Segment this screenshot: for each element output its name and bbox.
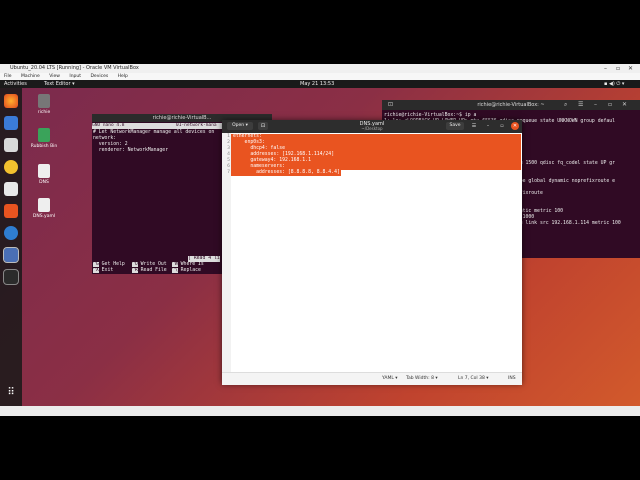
system-tray[interactable]: ▪ ◀) ⏻ ▾ (604, 80, 624, 88)
shortcut-key: ^O (132, 262, 138, 267)
desktop-icon-label: Rubbish Bin (30, 144, 58, 149)
nano-line: renderer: NetworkManager (93, 148, 169, 153)
vbox-minimize-icon[interactable]: – (604, 64, 607, 73)
cursor-position[interactable]: Ln 7, Col 38 ▾ (458, 373, 489, 385)
save-button[interactable]: Save (446, 122, 464, 130)
nano-shortcut-read-file[interactable]: ^R Read File (132, 268, 167, 274)
app-menu[interactable]: Text Editor ▾ (44, 80, 75, 88)
headerbar: Open ▾ ⊡ DNS.yaml ~/Desktop Save ☰ – ▫ ✕ (222, 120, 522, 133)
yaml-file-icon (38, 198, 50, 212)
desktop-icon-label: richie (37, 110, 51, 115)
close-icon[interactable]: ✕ (511, 122, 519, 130)
vbox-menu-machine[interactable]: Machine (21, 74, 40, 79)
new-document-icon[interactable]: ⊡ (258, 122, 268, 130)
nano-shortcut-replace[interactable]: ^\ Replace (172, 268, 201, 274)
shortcut-label: Write Out (140, 262, 167, 267)
software-icon[interactable] (4, 204, 18, 218)
line-number-gutter: 1 2 3 4 5 6 7 (222, 133, 231, 373)
shortcut-key: ^G (93, 262, 99, 267)
search-icon[interactable]: ⌕ (564, 101, 567, 109)
vbox-menu-file[interactable]: File (4, 74, 12, 79)
show-apps-icon[interactable]: ⠿ (4, 386, 18, 400)
clock[interactable]: May 21 13:53 (300, 80, 334, 88)
code-line[interactable]: addresses: [8.8.8.8, 8.8.4.4] (233, 170, 340, 176)
new-tab-icon[interactable]: ⊡ (388, 101, 393, 108)
statusbar: YAML ▾ Tab Width: 8 ▾ Ln 7, Col 38 ▾ INS (222, 372, 522, 385)
document-path: ~/Desktop (361, 126, 383, 131)
vbox-statusbar (0, 406, 640, 416)
shortcut-label: Replace (180, 268, 201, 273)
vbox-menu-help[interactable]: Help (118, 74, 128, 79)
text-editor-window[interactable]: Open ▾ ⊡ DNS.yaml ~/Desktop Save ☰ – ▫ ✕… (222, 120, 522, 385)
nano-shortcut-exit[interactable]: ^X Exit (93, 268, 113, 274)
shortcut-key: ^X (93, 268, 99, 273)
tab-width-selector[interactable]: Tab Width: 8 ▾ (406, 373, 438, 385)
nano-version: GNU nano 4.8 (92, 123, 125, 128)
vbox-close-icon[interactable]: ✕ (628, 64, 633, 73)
menu-icon[interactable]: ☰ (578, 101, 583, 108)
firefox-icon[interactable] (4, 94, 18, 108)
desktop-icon-rubbish-bin[interactable]: Rubbish Bin (24, 128, 64, 149)
vbox-menu-view[interactable]: View (49, 74, 60, 79)
files-icon[interactable] (4, 138, 18, 152)
thunderbird-icon[interactable] (4, 116, 18, 130)
language-selector[interactable]: YAML ▾ (382, 373, 398, 385)
vbox-menubar: File Machine View Input Devices Help (0, 73, 640, 80)
maximize-icon[interactable]: ▫ (608, 101, 612, 108)
shortcut-key: ^R (132, 268, 138, 273)
gnome-topbar: Activities Text Editor ▾ May 21 13:53 ▪ … (0, 80, 640, 88)
vbox-titlebar: Ubuntu_20.04 LTS [Running] - Oracle VM V… (0, 64, 640, 73)
help-icon[interactable] (4, 226, 18, 240)
minimize-icon[interactable]: – (594, 101, 597, 108)
open-button[interactable]: Open ▾ (227, 122, 253, 130)
desktop-icon-dns[interactable]: DNS (24, 164, 64, 185)
activities-button[interactable]: Activities (4, 80, 27, 88)
terminal-window-title: richie@richie-VirtualBox: ~ (382, 100, 640, 110)
rhythmbox-icon[interactable] (4, 160, 18, 174)
maximize-icon[interactable]: ▫ (498, 122, 506, 130)
shortcut-key: ^W (172, 262, 178, 267)
minimize-icon[interactable]: – (484, 122, 492, 130)
text-file-icon (38, 164, 50, 178)
vbox-menu-input[interactable]: Input (69, 74, 81, 79)
terminal-icon[interactable] (3, 269, 19, 285)
shortcut-key: ^\ (172, 268, 178, 273)
home-folder-icon (38, 94, 50, 108)
shortcut-label: Get Help (101, 262, 125, 267)
nano-filename: 01-network-mana (176, 123, 217, 128)
trash-icon (38, 128, 50, 142)
dock: ⠿ (0, 88, 22, 406)
insert-mode: INS (508, 376, 516, 381)
shortcut-label: Where Is (180, 262, 204, 267)
hamburger-menu-icon[interactable]: ☰ (470, 122, 478, 130)
line-number: 7 (227, 170, 230, 175)
shortcut-label: Exit (101, 268, 114, 273)
close-icon[interactable]: ✕ (622, 101, 627, 108)
writer-icon[interactable] (4, 182, 18, 196)
vbox-menu-devices[interactable]: Devices (90, 74, 108, 79)
vbox-maximize-icon[interactable]: ▫ (616, 64, 620, 73)
vbox-title: Ubuntu_20.04 LTS [Running] - Oracle VM V… (10, 65, 139, 71)
shortcut-label: Read File (140, 268, 167, 273)
text-editor-icon[interactable] (3, 247, 19, 263)
guest-desktop: Activities Text Editor ▾ May 21 13:53 ▪ … (0, 80, 640, 406)
desktop-icon-label: DNS (39, 180, 49, 185)
desktop-icon-home[interactable]: richie (24, 94, 64, 115)
desktop-icon-dns-yaml[interactable]: DNS.yaml (24, 198, 64, 219)
desktop-icon-label: DNS.yaml (32, 214, 56, 219)
